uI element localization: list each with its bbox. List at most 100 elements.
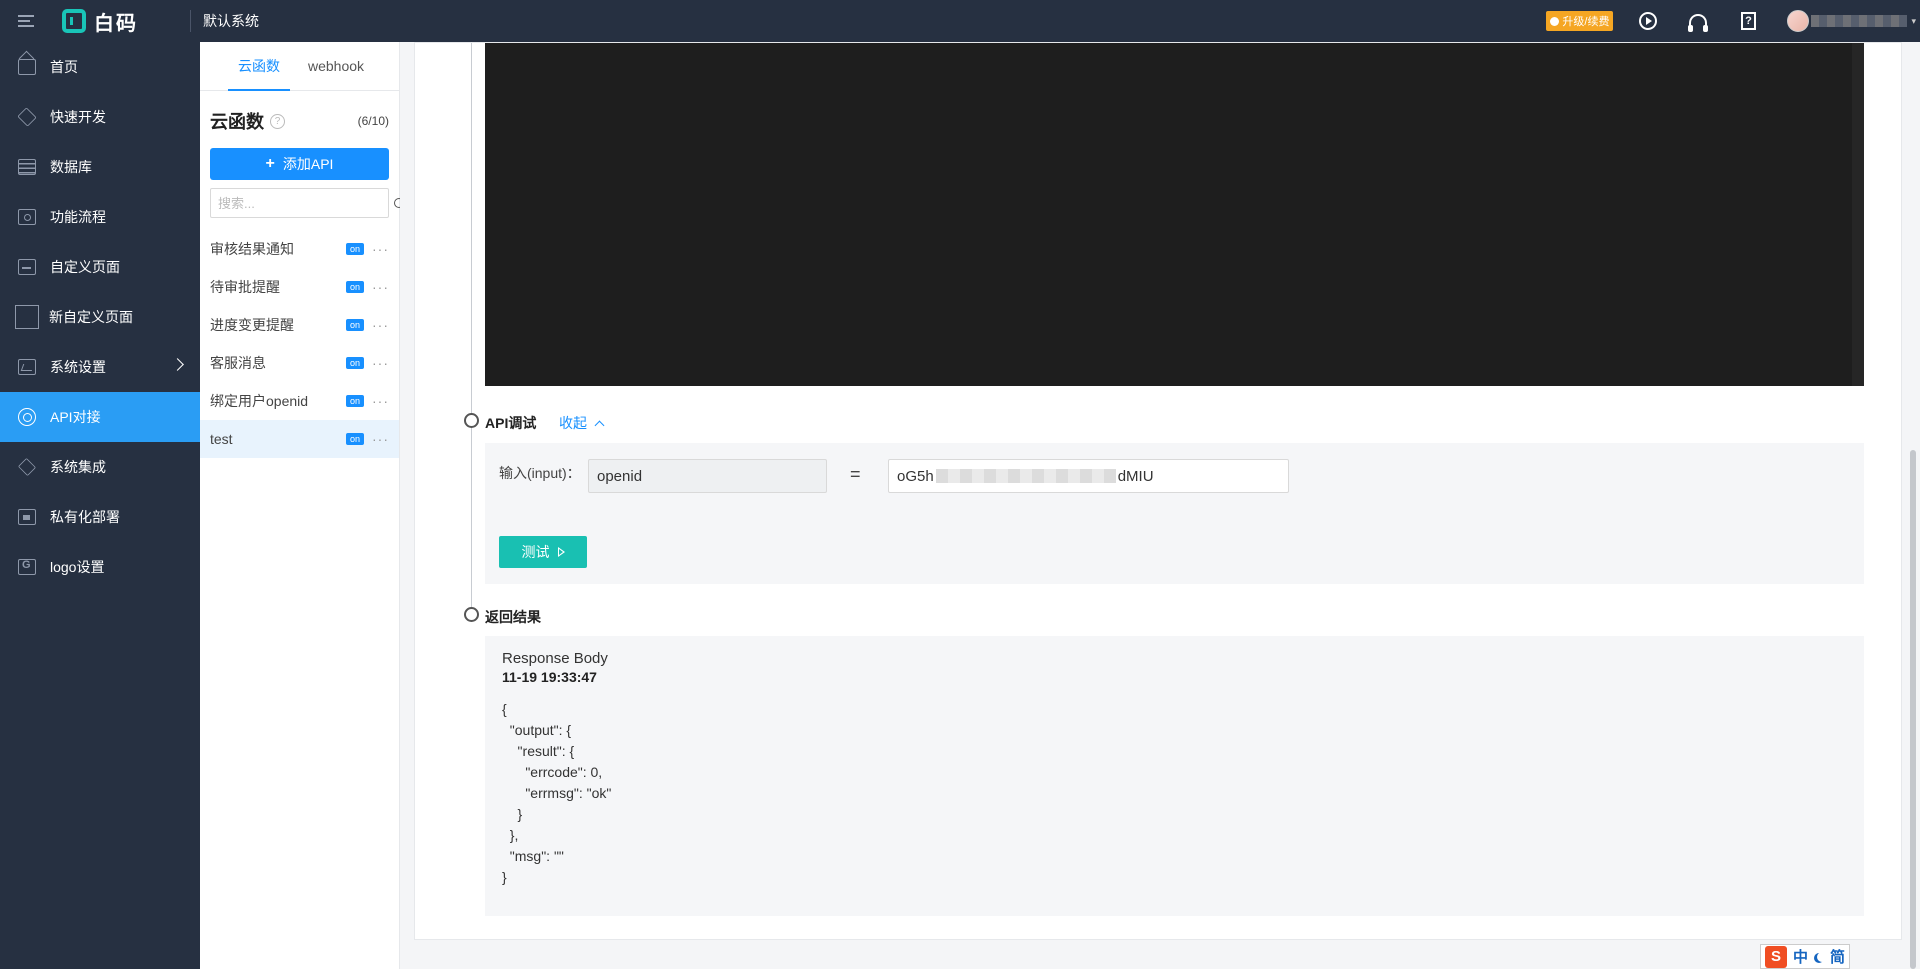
sidebar-item-label: logo设置 (50, 559, 105, 575)
more-options-icon[interactable]: ··· (372, 393, 389, 409)
sidebar-item-label: 数据库 (50, 159, 92, 175)
database-icon (18, 159, 36, 175)
api-panel-header: 云函数 ? (6/10) (200, 108, 399, 134)
test-button-label: 测试 (521, 544, 550, 560)
timeline-line (471, 43, 472, 616)
sidebar-item-system-integration[interactable]: 系统集成 (0, 442, 200, 492)
api-list-item[interactable]: 审核结果通知 on ··· (200, 230, 399, 268)
sidebar-item-label: 首页 (50, 59, 78, 75)
api-debug-panel: 输入(input)： openid = oG5h dMIU 测试 (485, 443, 1864, 584)
input-key-value: openid (597, 467, 643, 485)
add-api-label: 添加API (282, 156, 334, 172)
scrollbar-thumb[interactable] (1910, 450, 1916, 969)
status-badge: on (345, 243, 364, 255)
tab-webhook[interactable]: webhook (298, 42, 374, 90)
layers-icon (17, 457, 37, 477)
coin-icon (1550, 16, 1560, 26)
result-title: 返回结果 (485, 609, 541, 625)
sidebar: 首页 快速开发 数据库 功能流程 自定义页面 新自定义页面 系统设置 API对接… (0, 42, 200, 969)
sidebar-item-private-deploy[interactable]: 私有化部署 (0, 492, 200, 542)
api-list-item[interactable]: 进度变更提醒 on ··· (200, 306, 399, 344)
avatar (1787, 10, 1810, 32)
upgrade-label: 升级/续费 (1562, 16, 1610, 28)
input-key-field[interactable]: openid (588, 459, 827, 493)
sidebar-item-label: 私有化部署 (50, 509, 120, 525)
code-editor[interactable] (485, 43, 1864, 386)
app-logo[interactable]: 白码 (62, 7, 138, 36)
api-item-name: 进度变更提醒 (210, 317, 294, 333)
help-document-icon[interactable]: ? (1737, 10, 1759, 32)
sidebar-item-custom-page[interactable]: 自定义页面 (0, 242, 200, 292)
api-search (210, 188, 404, 218)
ime-toolbar[interactable]: S 中 简 (1760, 944, 1851, 969)
customer-service-icon[interactable] (1687, 10, 1709, 32)
redacted-text (935, 469, 1116, 483)
home-icon (18, 59, 36, 75)
response-body-label: Response Body (502, 650, 608, 667)
menu-toggle-icon[interactable] (18, 15, 48, 27)
search-input[interactable] (211, 190, 394, 216)
more-options-icon[interactable]: ··· (372, 317, 389, 333)
api-panel-title: 云函数 ? (210, 108, 285, 134)
api-list-item[interactable]: 绑定用户openid on ··· (200, 382, 399, 420)
top-right-actions: 升级/续费 ? ▾ (1546, 0, 1920, 42)
sidebar-item-new-custom-page[interactable]: 新自定义页面 (0, 292, 200, 342)
sogou-logo-icon: S (1765, 945, 1787, 968)
plus-icon: + (265, 155, 275, 172)
system-name[interactable]: 默认系统 (203, 11, 259, 31)
more-options-icon[interactable]: ··· (372, 279, 389, 295)
page-scrollbar[interactable] (1906, 42, 1920, 969)
api-list-item[interactable]: 待审批提醒 on ··· (200, 268, 399, 306)
chevron-up-icon (594, 420, 605, 430)
collapse-toggle[interactable]: 收起 (559, 413, 605, 433)
collapse-label: 收起 (559, 415, 587, 431)
user-menu[interactable]: ▾ (1787, 10, 1916, 32)
input-label: 输入(input)： (499, 465, 581, 481)
help-circle-icon[interactable]: ? (270, 113, 285, 129)
moon-icon[interactable] (1817, 952, 1827, 962)
test-button[interactable]: 测试 (499, 536, 587, 568)
status-badge: on (345, 395, 364, 407)
input-value-field[interactable]: oG5h dMIU (888, 459, 1289, 493)
api-list-item[interactable]: 客服消息 on ··· (200, 344, 399, 382)
timeline-dot (464, 607, 479, 622)
caret-down-icon: ▾ (1911, 15, 1916, 26)
sidebar-item-home[interactable]: 首页 (0, 42, 200, 92)
more-options-icon[interactable]: ··· (372, 431, 389, 447)
sidebar-item-api[interactable]: API对接 (0, 392, 200, 442)
sidebar-item-logo-settings[interactable]: logo设置 (0, 542, 200, 592)
api-icon (18, 408, 36, 426)
play-icon (557, 547, 565, 557)
username-blurred (1811, 15, 1908, 27)
play-tutorial-icon[interactable] (1637, 10, 1659, 32)
status-badge: on (345, 319, 364, 331)
sidebar-item-label: 系统集成 (50, 459, 106, 475)
ime-mode[interactable]: 简 (1830, 946, 1845, 967)
response-json: { "output": { "result": { "errcode": 0, … (502, 701, 612, 885)
status-badge: on (345, 357, 364, 369)
sidebar-item-label: 自定义页面 (50, 259, 120, 275)
sidebar-item-system-settings[interactable]: 系统设置 (0, 342, 200, 392)
api-count: (6/10) (357, 114, 389, 128)
api-list-panel: 云函数 webhook 云函数 ? (6/10) + 添加API 审核结果通知 o… (200, 42, 404, 969)
blank-icon (15, 305, 39, 329)
more-options-icon[interactable]: ··· (372, 355, 389, 371)
api-list: 审核结果通知 on ··· 待审批提醒 on ··· 进度变更提醒 on ··· 客服消息 o… (200, 230, 399, 458)
ime-language[interactable]: 中 (1793, 946, 1808, 967)
sidebar-item-function-flow[interactable]: 功能流程 (0, 192, 200, 242)
tab-cloud-functions[interactable]: 云函数 (228, 42, 290, 91)
sidebar-item-label: API对接 (50, 409, 101, 425)
sidebar-item-database[interactable]: 数据库 (0, 142, 200, 192)
api-list-item-selected[interactable]: test on ··· (200, 420, 399, 458)
sidebar-item-label: 系统设置 (50, 359, 106, 375)
cube-icon (17, 107, 37, 127)
more-options-icon[interactable]: ··· (372, 241, 389, 257)
api-item-name: 待审批提醒 (210, 279, 280, 295)
api-item-name: 客服消息 (210, 355, 266, 371)
flow-icon (18, 209, 36, 225)
add-api-button[interactable]: + 添加API (210, 148, 389, 180)
upgrade-button[interactable]: 升级/续费 (1546, 11, 1614, 31)
status-badge: on (345, 281, 364, 293)
sidebar-item-quick-dev[interactable]: 快速开发 (0, 92, 200, 142)
lock-icon (18, 509, 36, 525)
